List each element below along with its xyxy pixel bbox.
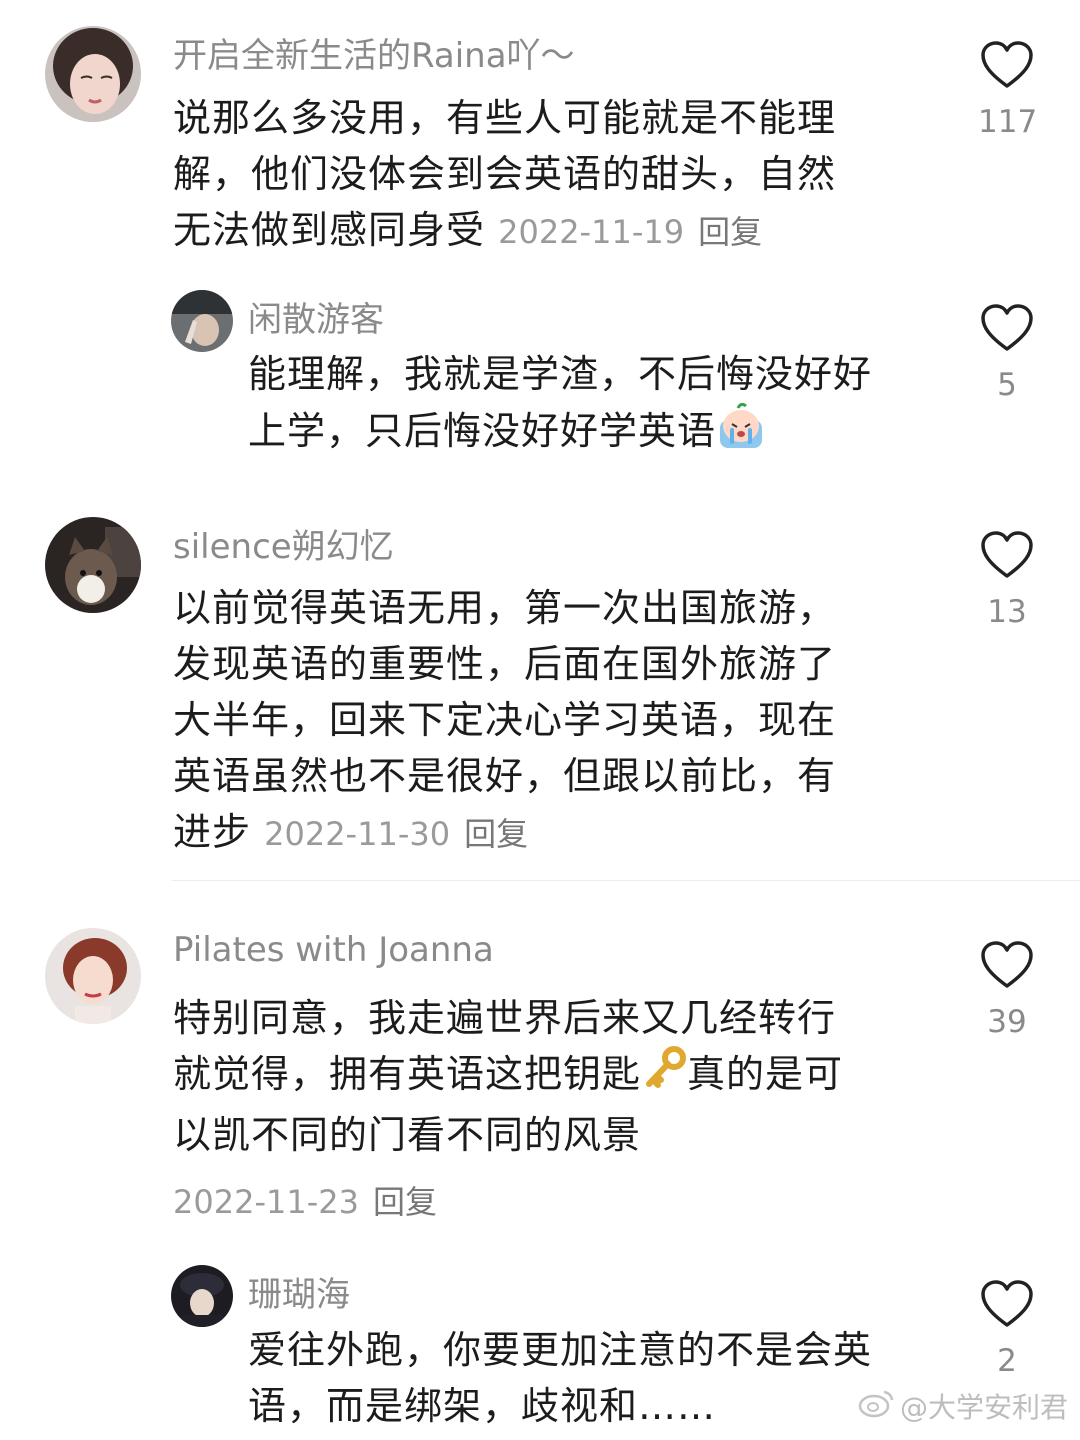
- watermark: @大学安利君: [858, 1386, 1068, 1426]
- comment-date: 2022-11-30: [264, 815, 451, 853]
- comment-line: 能理解，我就是学渣，不后悔没好好: [248, 352, 873, 396]
- comment-text: 能理解，我就是学渣，不后悔没好好 上学，只后悔没好好学英语: [248, 346, 872, 465]
- avatar[interactable]: [45, 928, 141, 1024]
- comment-text: 以前觉得英语无用，第一次出国旅游， 发现英语的重要性，后面在国外旅游了 大半年，…: [173, 580, 836, 862]
- like-count: 5: [997, 367, 1017, 403]
- like-button[interactable]: 117: [978, 40, 1038, 140]
- comment-date: 2022-11-19: [498, 213, 685, 251]
- key-emoji-icon: [641, 1046, 687, 1107]
- comment-line: 上学，只后悔没好好学英语: [248, 409, 717, 453]
- username[interactable]: Pilates with Joanna: [173, 930, 494, 970]
- comment-line: 解，他们没体会到会英语的甜头，自然: [173, 152, 837, 196]
- watermark-text: @大学安利君: [899, 1391, 1068, 1424]
- comment-date: 2022-11-23: [173, 1183, 359, 1221]
- comment-line: 进步: [173, 810, 252, 854]
- comment-text: 说那么多没用，有些人可能就是不能理 解，他们没体会到会英语的甜头，自然 无法做到…: [173, 90, 836, 260]
- like-button[interactable]: 2: [978, 1279, 1036, 1379]
- heart-outline-icon: [981, 304, 1033, 351]
- heart-outline-icon: [981, 1280, 1033, 1327]
- comment-line: 以前觉得英语无用，第一次出国旅游，: [173, 586, 837, 630]
- like-count: 39: [987, 1004, 1027, 1040]
- divider: [172, 880, 1080, 881]
- comment-line: 以凯不同的门看不同的风景: [173, 1113, 642, 1157]
- comment-line: 特别同意，我走遍世界后来又几经转行: [173, 996, 837, 1040]
- comment-meta: 2022-11-23 回复: [173, 1177, 437, 1223]
- comment-line: 真的是可: [687, 1052, 844, 1096]
- reply-button[interactable]: 回复: [464, 815, 528, 853]
- like-button[interactable]: 39: [978, 940, 1036, 1040]
- username[interactable]: 闲散游客: [248, 292, 384, 341]
- crying-face-emoji-icon: [716, 402, 766, 465]
- heart-outline-icon: [981, 531, 1033, 578]
- reply-button[interactable]: 回复: [373, 1183, 437, 1221]
- like-button[interactable]: 13: [978, 530, 1036, 630]
- avatar[interactable]: [45, 26, 141, 122]
- avatar[interactable]: [171, 1265, 233, 1327]
- heart-outline-icon: [981, 41, 1033, 88]
- comment-line: 就觉得，拥有英语这把钥匙: [173, 1052, 642, 1096]
- weibo-logo-icon: [858, 1388, 894, 1425]
- comment-text: 爱往外跑，你要更加注意的不是会英 语，而是绑架，歧视和……: [248, 1322, 872, 1434]
- reply-button[interactable]: 回复: [698, 213, 762, 251]
- comment-line: 爱往外跑，你要更加注意的不是会英: [248, 1328, 873, 1372]
- like-count: 117: [978, 104, 1038, 140]
- avatar[interactable]: [45, 517, 141, 613]
- comment-line: 英语虽然也不是很好，但跟以前比，有: [173, 754, 837, 798]
- avatar[interactable]: [171, 290, 233, 352]
- comment-line: 发现英语的重要性，后面在国外旅游了: [173, 642, 837, 686]
- comment-line: 语，而是绑架，歧视和……: [248, 1384, 717, 1428]
- comment-line: 无法做到感同身受: [173, 208, 486, 252]
- heart-outline-icon: [981, 941, 1033, 988]
- username[interactable]: 珊瑚海: [248, 1267, 350, 1316]
- comment-line: 说那么多没用，有些人可能就是不能理: [173, 96, 837, 140]
- like-button[interactable]: 5: [978, 303, 1036, 403]
- like-count: 13: [987, 594, 1027, 630]
- username[interactable]: silence朔幻忆: [173, 519, 394, 568]
- comment-line: 大半年，回来下定决心学习英语，现在: [173, 698, 837, 742]
- username[interactable]: 开启全新生活的Raina吖～: [173, 28, 575, 77]
- comment-text: 特别同意，我走遍世界后来又几经转行 就觉得，拥有英语这把钥匙 真的是可 以凯不同的…: [173, 990, 843, 1163]
- like-count: 2: [997, 1343, 1017, 1379]
